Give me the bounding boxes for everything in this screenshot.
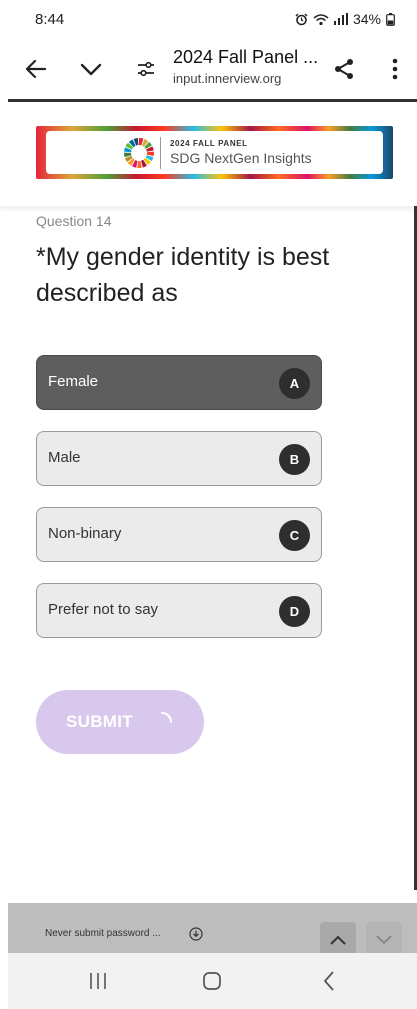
recent-apps-button[interactable] — [83, 967, 113, 995]
status-icons: 34% — [295, 11, 395, 27]
chevron-left-icon — [323, 971, 334, 991]
wifi-icon — [313, 13, 329, 26]
back-arrow-icon — [25, 59, 47, 79]
recent-apps-icon — [90, 973, 106, 989]
wheel-segment — [137, 160, 142, 168]
browser-bottom-bar: Never submit password ... — [8, 903, 417, 958]
battery-level: 34% — [352, 11, 381, 27]
battery-icon — [386, 12, 395, 26]
status-time: 8:44 — [35, 11, 65, 28]
banner-separator — [160, 137, 161, 169]
site-settings-button[interactable] — [131, 54, 161, 84]
page-url: input.innerview.org — [173, 71, 282, 86]
share-icon — [335, 59, 353, 79]
option-key-badge: C — [279, 520, 310, 551]
submit-label: SUBMIT — [66, 712, 133, 731]
option-label: Male — [48, 449, 81, 466]
more-options-button[interactable] — [380, 54, 410, 84]
system-navigation-bar — [8, 953, 417, 1009]
signal-icon — [333, 13, 348, 25]
system-back-button[interactable] — [314, 967, 344, 995]
question-text: *My gender identity is best described as — [36, 243, 330, 307]
option-label: Non-binary — [48, 525, 122, 542]
chevron-up-icon — [330, 935, 346, 945]
question-number: Question 14 — [36, 213, 112, 229]
option-male[interactable]: Male B — [36, 431, 322, 486]
share-button[interactable] — [329, 54, 359, 84]
back-button[interactable] — [21, 54, 51, 84]
panel-banner: 2024 FALL PANEL SDG NextGen Insights — [36, 126, 393, 179]
option-female[interactable]: Female A — [36, 355, 322, 410]
banner-title: SDG NextGen Insights — [170, 150, 312, 166]
option-key-badge: B — [279, 444, 310, 475]
alarm-icon — [295, 13, 308, 26]
option-label: Female — [48, 373, 99, 390]
option-key-badge: D — [279, 596, 310, 627]
header-banner-area: 2024 FALL PANEL SDG NextGen Insights — [0, 102, 417, 206]
banner-kicker: 2024 FALL PANEL — [170, 139, 248, 148]
submit-button[interactable]: SUBMIT — [36, 690, 204, 754]
tune-icon — [138, 61, 154, 77]
status-bar: 8:44 34% — [0, 0, 417, 40]
download-icon[interactable] — [189, 927, 203, 941]
banner-inner: 2024 FALL PANEL SDG NextGen Insights — [46, 131, 383, 174]
chevron-down-icon — [376, 935, 392, 945]
home-button[interactable] — [197, 967, 227, 995]
password-warning-text: Never submit password ... — [45, 928, 161, 939]
home-icon — [203, 972, 221, 990]
option-prefer-not-to-say[interactable]: Prefer not to say D — [36, 583, 322, 638]
option-key-badge: A — [279, 368, 310, 399]
wheel-segment — [146, 151, 154, 157]
page-title: 2024 Fall Panel ... — [173, 47, 319, 67]
address-bar[interactable]: 2024 Fall Panel ... input.innerview.org — [173, 46, 323, 88]
sdg-wheel-logo — [124, 138, 154, 168]
chevron-down-icon — [80, 63, 102, 76]
browser-toolbar: 2024 Fall Panel ... input.innerview.org — [0, 40, 417, 100]
loading-spinner-icon — [161, 712, 172, 723]
more-vertical-icon — [392, 58, 398, 80]
option-non-binary[interactable]: Non-binary C — [36, 507, 322, 562]
option-label: Prefer not to say — [48, 601, 159, 618]
collapse-button[interactable] — [76, 54, 106, 84]
